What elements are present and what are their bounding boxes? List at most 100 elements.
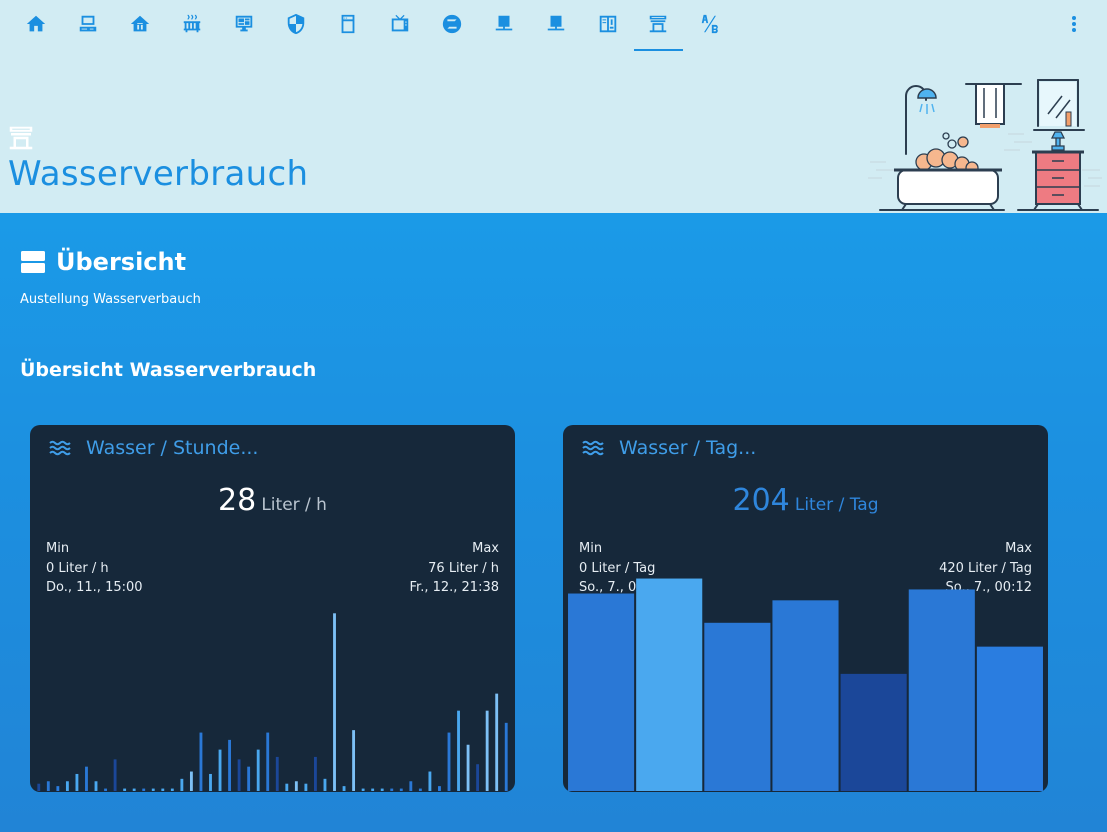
chart-bar xyxy=(94,781,98,791)
tab-alpha-ab[interactable] xyxy=(690,8,730,40)
tab-house[interactable] xyxy=(120,8,160,40)
tab-security[interactable] xyxy=(276,8,316,40)
sensor-card-water-hour[interactable]: Wasser / Stunde... 28 Liter / h Min 0 Li… xyxy=(30,425,515,792)
washing-machine-icon xyxy=(341,14,355,34)
panel-icon xyxy=(599,15,617,33)
chart-bar xyxy=(132,788,136,791)
section-title: Übersicht xyxy=(56,248,187,276)
chart-bar xyxy=(199,732,203,791)
view-header: Wasserverbrauch xyxy=(0,0,1107,213)
sensor-card-water-day[interactable]: Wasser / Tag... 204 Liter / Tag Min 0 Li… xyxy=(563,425,1048,792)
chart-bar xyxy=(218,749,222,791)
chart-bar xyxy=(161,788,165,791)
chart-bar xyxy=(409,781,413,791)
chart-bar xyxy=(342,786,346,791)
shield-icon xyxy=(287,13,305,35)
tab-television[interactable] xyxy=(380,8,420,40)
tab-panel[interactable] xyxy=(588,8,628,40)
active-tab-indicator xyxy=(634,49,683,51)
tab-zigbee[interactable] xyxy=(432,8,472,40)
dots-vertical-icon xyxy=(1072,16,1076,32)
tab-water[interactable] xyxy=(638,8,678,40)
home-icon xyxy=(26,15,46,32)
chart-bar xyxy=(361,788,365,791)
laptop-icon xyxy=(495,15,513,31)
chart-bar xyxy=(772,600,839,791)
chart-bar xyxy=(457,710,460,791)
tab-laptop-2[interactable] xyxy=(536,8,576,40)
chart-bar xyxy=(323,778,327,791)
chart-bar xyxy=(247,766,251,791)
chart-bar xyxy=(314,756,317,791)
chart-bar xyxy=(428,771,432,791)
chart-bar xyxy=(285,783,289,791)
chart-bar xyxy=(113,759,117,791)
chart-bar xyxy=(908,589,975,791)
view-stream-icon xyxy=(21,251,45,273)
tab-computer[interactable] xyxy=(68,8,108,40)
computer-icon xyxy=(79,15,97,32)
chart-bar xyxy=(399,788,403,791)
tab-radiator[interactable] xyxy=(172,8,212,40)
group-title: Übersicht Wasserverbrauch xyxy=(20,359,317,381)
chart-bar xyxy=(380,788,384,791)
chart-bar xyxy=(209,773,212,791)
house-icon xyxy=(130,15,150,32)
tab-home[interactable] xyxy=(16,8,56,40)
section-subtitle: Austellung Wasserverbauch xyxy=(20,292,201,307)
chart-bar xyxy=(65,781,69,791)
section-header: Übersicht xyxy=(20,248,186,276)
overflow-menu-button[interactable] xyxy=(1062,10,1086,38)
water-tap-icon xyxy=(9,126,33,150)
laptop-icon-2 xyxy=(547,15,565,31)
tab-laptop[interactable] xyxy=(484,8,524,40)
chart-bar xyxy=(476,764,480,791)
alpha-ab-icon xyxy=(701,14,718,34)
chart-bar xyxy=(371,788,375,791)
chart-bar xyxy=(170,788,174,791)
television-icon xyxy=(391,14,409,32)
chart-bar xyxy=(485,710,489,791)
chart-bar xyxy=(636,578,703,791)
chart-bar xyxy=(976,646,1043,791)
tab-washing-machine[interactable] xyxy=(328,8,368,40)
chart-bar xyxy=(840,673,907,791)
chart-bar xyxy=(438,786,441,791)
chart-bar xyxy=(56,786,60,791)
water-tap-icon xyxy=(649,15,667,33)
chart-bar xyxy=(504,722,508,791)
chart-bar xyxy=(568,593,635,791)
chart-bar xyxy=(275,756,279,791)
chart-bar xyxy=(228,739,231,791)
chart-bar xyxy=(237,759,241,791)
chart-bar xyxy=(256,749,260,791)
chart-bar xyxy=(266,732,270,791)
chart-bar xyxy=(447,732,451,791)
chart-bar xyxy=(104,788,107,791)
zigbee-icon xyxy=(442,14,462,34)
chart-bar xyxy=(180,778,184,791)
chart-bar xyxy=(189,771,193,791)
radiator-icon xyxy=(183,14,201,33)
bar-chart-daily xyxy=(568,578,1043,791)
chart-bar xyxy=(390,788,394,791)
chart-bar xyxy=(75,773,79,791)
chart-bar xyxy=(85,766,88,791)
chart-bar xyxy=(151,788,155,791)
view-title: Wasserverbrauch xyxy=(8,154,309,194)
chart-bar xyxy=(142,788,146,791)
chart-bar xyxy=(704,622,771,791)
bathroom-illustration xyxy=(868,79,1102,211)
chart-bar xyxy=(418,788,422,791)
chart-bar xyxy=(495,693,499,791)
chart-bar xyxy=(333,613,336,791)
chart-bar xyxy=(123,788,127,791)
tab-monitor-dashboard[interactable] xyxy=(224,8,264,40)
chart-bar xyxy=(466,744,470,791)
chart-bar xyxy=(352,730,356,791)
chart-bar xyxy=(37,783,41,791)
chart-bar xyxy=(46,781,50,791)
chart-bar xyxy=(294,781,298,791)
chart-bar xyxy=(304,783,308,791)
bar-chart-hourly xyxy=(37,613,508,791)
